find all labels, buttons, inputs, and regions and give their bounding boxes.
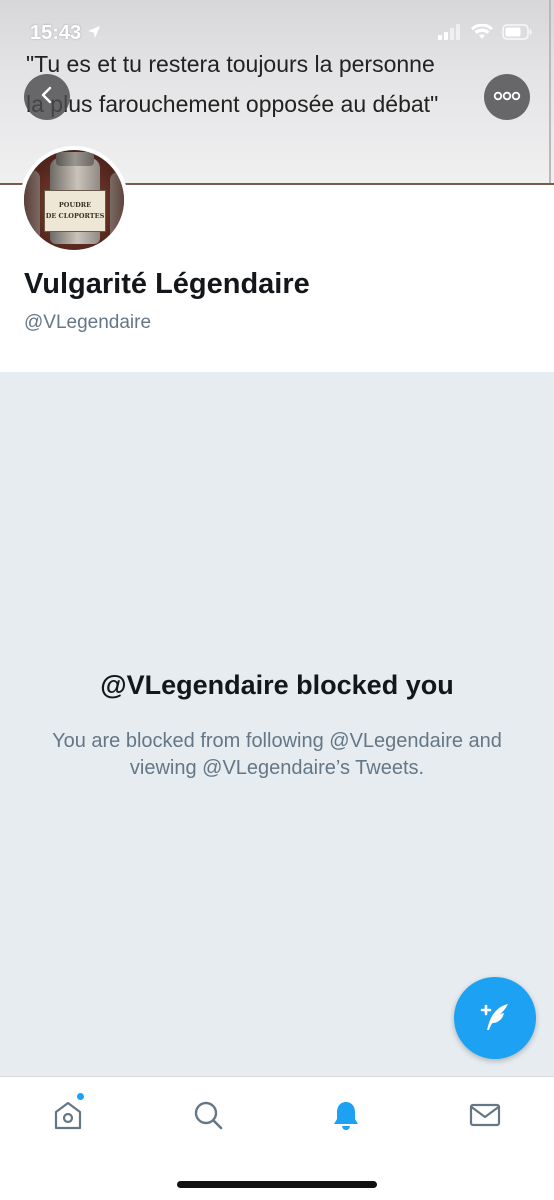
status-time-text: 15:43 [30,22,82,44]
tab-search[interactable] [186,1095,230,1139]
home-indicator[interactable] [177,1181,377,1188]
tab-home[interactable] [46,1092,90,1139]
tab-messages[interactable] [463,1095,507,1139]
blocked-description: You are blocked from following @VLegenda… [52,730,502,779]
banner-edge [549,0,551,185]
profile-handle: @VLegendaire [24,312,152,333]
blocked-content-area [0,372,554,1076]
avatar-image: POUDRE DE CLOPORTES [24,150,124,250]
wifi-icon [471,23,493,45]
banner-quote-line1: "Tu es et tu restera toujours la personn… [26,51,435,77]
avatar-label-line1: POUDRE [58,201,92,209]
chevron-left-icon [37,85,57,110]
avatar-label-line2: DE CLOPORTES [45,212,105,220]
back-button[interactable] [24,74,70,120]
avatar-jar-left [24,170,40,246]
avatar-jar-label: POUDRE DE CLOPORTES [44,190,106,232]
avatar-jar-cap [56,152,94,166]
blocked-title: @VLegendaire blocked you [100,670,454,700]
envelope-icon [468,1098,502,1137]
compose-tweet-button[interactable] [454,977,536,1059]
more-horizontal-icon [493,88,521,106]
bell-icon [329,1098,363,1137]
search-icon [191,1098,225,1137]
tab-notifications[interactable] [324,1095,368,1139]
banner-quote: "Tu es et tu restera toujours la personn… [26,44,526,124]
avatar[interactable]: POUDRE DE CLOPORTES [20,146,128,254]
banner-quote-line2: la plus farouchement opposée au débat" [26,91,439,117]
avatar-jar-right [110,172,124,248]
home-icon [51,1098,85,1137]
status-icons [438,23,532,45]
home-notification-dot [76,1092,85,1101]
status-time: 15:43 [30,22,101,45]
more-button[interactable] [484,74,530,120]
compose-tweet-icon [475,996,515,1041]
battery-icon [502,24,532,45]
location-arrow-icon [87,22,101,45]
cellular-signal-icon [438,24,462,45]
profile-display-name: Vulgarité Légendaire [24,268,310,300]
